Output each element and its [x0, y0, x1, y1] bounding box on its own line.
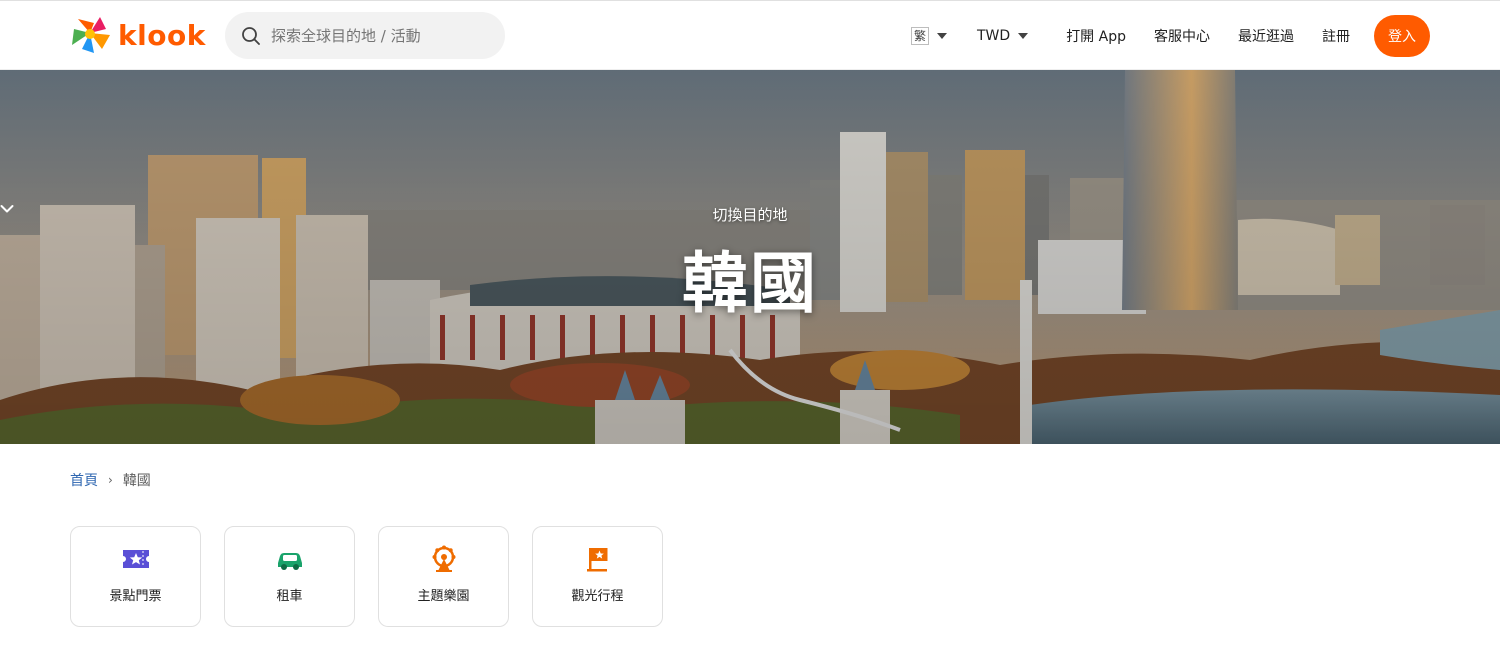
currency-label: TWD: [977, 28, 1011, 44]
category-cards: 景點門票 租車 主題樂園 觀光行程: [70, 526, 663, 627]
ticket-icon: [122, 550, 149, 568]
search-icon: [242, 26, 260, 45]
open-app-link[interactable]: 打開 App: [1066, 26, 1126, 46]
category-card-tours[interactable]: 觀光行程: [532, 526, 663, 627]
destination-title: 韓國: [682, 245, 818, 322]
category-card-theme-parks[interactable]: 主題樂園: [378, 526, 509, 627]
category-card-attractions[interactable]: 景點門票: [70, 526, 201, 627]
caret-down-icon: [937, 33, 947, 39]
category-label: 主題樂園: [417, 589, 470, 604]
ferris-wheel-icon: [432, 545, 455, 572]
breadcrumb-current: 韓國: [122, 473, 151, 489]
logo-text: klook: [118, 18, 206, 52]
breadcrumb: 首頁 › 韓國: [70, 470, 151, 490]
header-nav: 繁 TWD 打開 App 客服中心 最近逛過 註冊 登入: [910, 15, 1430, 57]
search-bar[interactable]: [225, 12, 505, 59]
signup-link[interactable]: 註冊: [1322, 26, 1350, 46]
klook-logo-icon: [72, 17, 110, 53]
recently-viewed-link[interactable]: 最近逛過: [1238, 26, 1294, 46]
language-label: 繁: [910, 27, 929, 45]
help-center-link[interactable]: 客服中心: [1154, 26, 1210, 46]
category-card-car-rental[interactable]: 租車: [224, 526, 355, 627]
flag-icon: [586, 548, 607, 572]
caret-down-icon: [1018, 33, 1029, 39]
breadcrumb-home-link[interactable]: 首頁: [70, 470, 98, 490]
switch-destination-label: 切換目的地: [712, 206, 788, 224]
switch-destination[interactable]: 切換目的地: [0, 204, 1500, 225]
category-label: 觀光行程: [571, 589, 624, 604]
login-button[interactable]: 登入: [1374, 15, 1430, 57]
top-header: klook 繁 TWD 打開 App 客服中心 最近逛過 註冊 登入: [0, 0, 1500, 70]
car-icon: [277, 553, 302, 570]
hero-banner: 切換目的地 韓國: [0, 70, 1500, 444]
breadcrumb-separator: ›: [108, 473, 113, 487]
category-label: 景點門票: [109, 589, 162, 604]
category-label: 租車: [276, 589, 303, 604]
chevron-down-icon: [0, 205, 14, 213]
language-selector[interactable]: 繁: [910, 27, 947, 45]
currency-selector[interactable]: TWD: [977, 28, 1029, 44]
klook-logo[interactable]: klook: [70, 15, 206, 55]
search-input[interactable]: [271, 26, 491, 45]
